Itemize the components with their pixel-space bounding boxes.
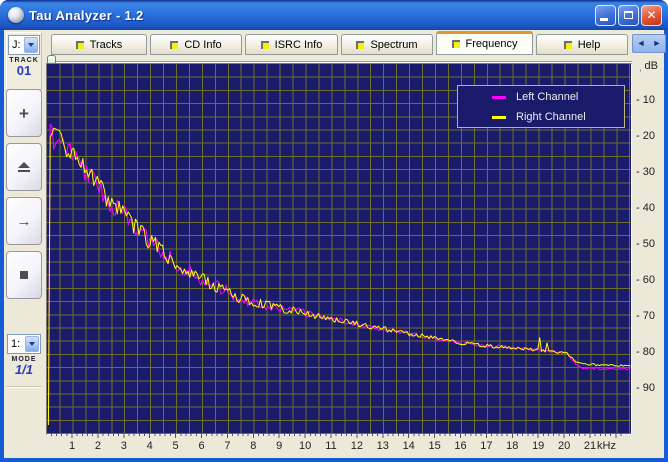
tab-label: ISRC Info: [274, 38, 323, 51]
titlebar[interactable]: Tau Analyzer - 1.2 ✕: [0, 0, 668, 30]
x-tick-label: 12: [350, 440, 364, 452]
tab-scroll-buttons: ◄ ►: [632, 34, 666, 53]
mode-select-label: 1:: [11, 338, 21, 350]
x-tick-label: 4: [146, 440, 153, 452]
frequency-chart: Left Channel Right Channel: [46, 63, 632, 435]
window-controls: ✕: [593, 4, 662, 26]
left-channel-swatch: [492, 95, 506, 99]
tab-flag-icon: [260, 40, 269, 49]
legend-label-right: Right Channel: [516, 111, 586, 123]
chart-legend: Left Channel Right Channel: [457, 85, 625, 128]
mode-panel: 1: MODE 1/1: [6, 332, 42, 384]
tab-label: Frequency: [465, 38, 518, 50]
tab-bar: Tracks CD Info ISRC Info Spectrum Frequency H…: [44, 31, 666, 55]
y-tick-label: - 70: [636, 310, 655, 322]
plus-icon: +: [19, 103, 29, 123]
tab-scroll-right[interactable]: ►: [653, 39, 662, 48]
next-button[interactable]: →: [6, 197, 42, 245]
y-tick-label: - 60: [636, 274, 655, 286]
x-tick-label: 15: [428, 440, 441, 452]
window-title: Tau Analyzer - 1.2: [29, 7, 144, 23]
tab-help[interactable]: Help: [536, 34, 628, 55]
y-tick-label: - 20: [636, 130, 655, 142]
tab-flag-icon: [75, 40, 84, 49]
x-tick-label: 20: [557, 440, 571, 452]
tab-label: Help: [577, 38, 601, 51]
stop-icon: [20, 271, 28, 279]
x-tick-label: 3: [120, 440, 127, 452]
y-tick-label: - 90: [636, 382, 655, 394]
y-tick-label: - 80: [636, 346, 655, 358]
drive-track-panel: J: TRACK 01: [6, 32, 42, 90]
tab-tracks[interactable]: Tracks: [51, 34, 147, 55]
arrow-right-icon: →: [16, 212, 32, 230]
x-tick-label: 16: [454, 440, 467, 452]
maximize-icon: [624, 11, 633, 19]
x-tick-label: 11: [325, 440, 337, 452]
x-tick-label: 21: [583, 440, 597, 452]
drive-select-label: J:: [12, 39, 21, 51]
tab-flag-icon: [170, 40, 179, 49]
x-tick-label: 17: [480, 440, 493, 452]
track-number: 01: [16, 63, 32, 78]
tab-spectrum[interactable]: Spectrum: [341, 34, 433, 55]
legend-item-right: Right Channel: [458, 108, 624, 126]
tab-cd-info[interactable]: CD Info: [150, 34, 242, 55]
mode-select[interactable]: 1:: [7, 334, 41, 354]
x-tick-label: 1: [68, 440, 76, 452]
close-button[interactable]: ✕: [641, 4, 662, 26]
mode-value: 1/1: [14, 362, 34, 377]
tab-flag-icon: [356, 40, 365, 49]
x-axis-unit: kHz: [597, 440, 616, 452]
tab-label: Spectrum: [370, 38, 418, 51]
sidebar-divider: [6, 386, 42, 388]
x-tick-label: 13: [376, 440, 389, 452]
tab-scroll-left[interactable]: ◄: [637, 39, 646, 48]
sidebar: J: TRACK 01 + → 1: MODE 1/1: [4, 30, 44, 458]
x-tick-label: 14: [402, 440, 415, 452]
stop-button[interactable]: [6, 251, 42, 299]
minimize-button[interactable]: [595, 4, 616, 26]
tab-flag-icon: [563, 40, 572, 49]
add-button[interactable]: +: [6, 89, 42, 137]
tab-frequency[interactable]: Frequency: [436, 31, 533, 55]
x-axis-ticks: [50, 433, 622, 438]
chevron-down-icon[interactable]: [24, 37, 38, 53]
y-axis: - 10 - 20 - 30 - 40 - 50 - 60 - 70 - 80 - 90: [634, 63, 664, 435]
drive-select[interactable]: J:: [8, 35, 40, 55]
y-tick-label: - 10: [636, 94, 655, 106]
x-axis: kHz 1 2 3 4 5 6 7 8 9 10 11 12 13 14 15 16 17 18 19 20 21: [4, 433, 624, 455]
x-tick-label: 2: [94, 440, 101, 452]
x-tick-label: 8: [250, 440, 257, 452]
y-tick-label: - 40: [636, 202, 655, 214]
tab-label: CD Info: [184, 38, 222, 51]
tab-flag-icon: [451, 40, 460, 48]
x-tick-label: 5: [172, 440, 179, 452]
legend-label-left: Left Channel: [516, 91, 579, 103]
x-tick-label: 19: [532, 440, 545, 452]
eject-icon: [18, 162, 30, 172]
app-window: Tau Analyzer - 1.2 ✕ J: TRACK 01 + → 1:: [0, 0, 668, 462]
chevron-down-icon[interactable]: [25, 336, 39, 352]
client-area: J: TRACK 01 + → 1: MODE 1/1 Tracks CD Info…: [4, 30, 666, 458]
minimize-icon: [600, 17, 608, 21]
maximize-button[interactable]: [618, 4, 639, 26]
app-icon: [8, 7, 24, 23]
y-tick-label: - 30: [636, 166, 655, 178]
tab-isrc-info[interactable]: ISRC Info: [245, 34, 338, 55]
eject-button[interactable]: [6, 143, 42, 191]
x-tick-label: 18: [506, 440, 519, 452]
x-tick-label: 9: [276, 440, 283, 452]
tab-label: Tracks: [89, 38, 123, 51]
x-tick-label: 7: [224, 440, 231, 452]
legend-item-left: Left Channel: [458, 88, 624, 106]
close-icon: ✕: [646, 8, 657, 22]
x-tick-label: 6: [198, 440, 205, 452]
right-channel-swatch: [492, 115, 506, 119]
y-tick-label: - 50: [636, 238, 655, 250]
x-tick-label: 10: [298, 440, 312, 452]
